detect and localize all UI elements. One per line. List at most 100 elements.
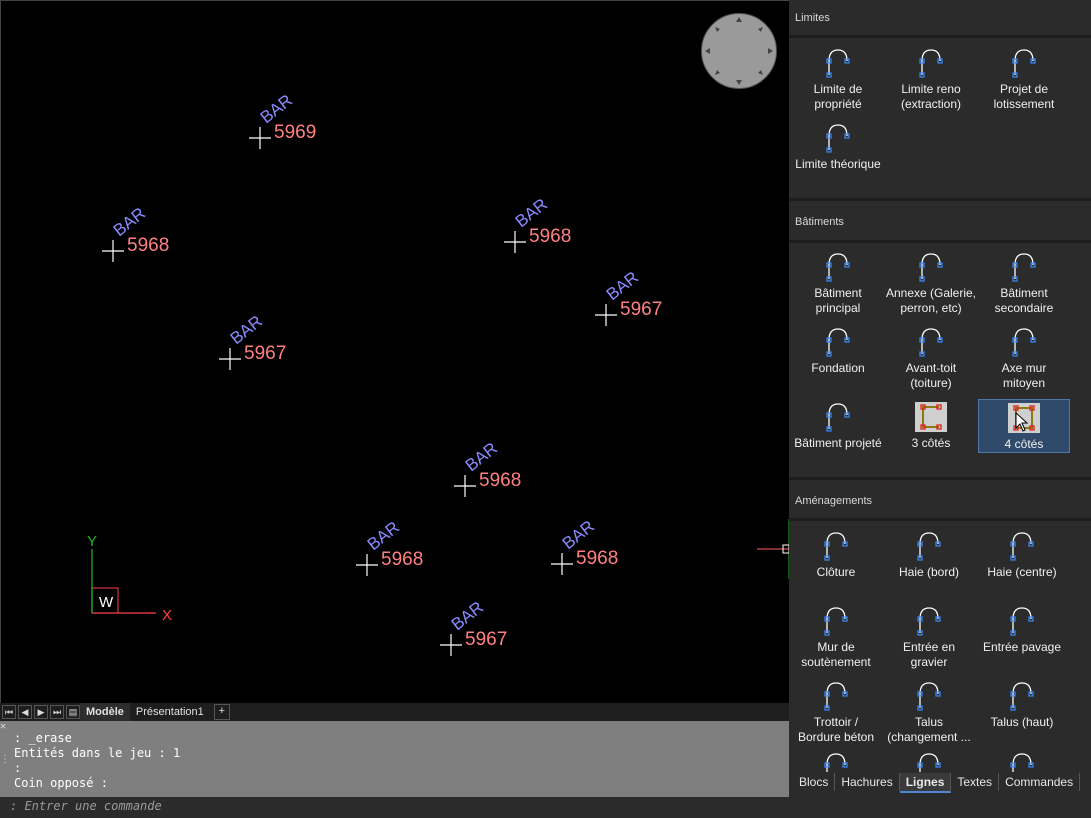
arc-line-icon: [818, 531, 854, 561]
section-title-batiments: Bâtiments: [795, 216, 844, 228]
divider: [789, 198, 1091, 201]
arc-line-icon: [820, 48, 856, 78]
survey-point[interactable]: BAR 5968: [551, 517, 618, 575]
history-line: Entités dans le jeu : 1: [14, 746, 181, 760]
arc-line-icon: [913, 48, 949, 78]
tool-batiment-projete[interactable]: Bâtiment projeté: [792, 402, 884, 451]
tool-cloture[interactable]: Clôture: [790, 531, 882, 580]
add-layout-button[interactable]: +: [213, 704, 230, 720]
ucs-icon: Y X W: [87, 533, 172, 624]
survey-point[interactable]: BAR 5968: [454, 439, 521, 497]
divider: [789, 477, 1091, 480]
tool-projet-lotissement[interactable]: Projet de lotissement: [978, 48, 1070, 112]
arc-line-icon: [913, 327, 949, 357]
divider: [789, 35, 1091, 38]
tool-entree-pavage[interactable]: Entrée pavage: [976, 606, 1068, 655]
arc-line-icon: [820, 402, 856, 432]
tab-hachures[interactable]: Hachures: [835, 773, 900, 791]
arc-line-icon: [1006, 48, 1042, 78]
arc-line-icon: [818, 681, 854, 711]
arc-line-icon: [1004, 681, 1040, 711]
point-number: 5968: [576, 548, 618, 569]
arc-line-icon: [820, 252, 856, 282]
prev-tab-icon[interactable]: ◀: [18, 705, 32, 719]
point-number: 5967: [244, 343, 286, 364]
tab-model[interactable]: Modèle: [80, 703, 130, 721]
tool-limite-reno[interactable]: Limite reno (extraction): [885, 48, 977, 112]
command-input[interactable]: : Entrer une commande: [0, 797, 789, 818]
point-number: 5968: [381, 549, 423, 570]
tab-commandes[interactable]: Commandes: [999, 773, 1081, 791]
tool-limite-theorique[interactable]: Limite théorique: [792, 123, 884, 172]
tool-batiment-principal[interactable]: Bâtiment principal: [792, 252, 884, 316]
tab-list-icon[interactable]: ▤: [66, 705, 80, 719]
point-number: 5967: [620, 299, 662, 320]
command-history: ✕ ⋮ : _erase Entités dans le jeu : 1 : Co…: [0, 721, 789, 797]
tool-fondation[interactable]: Fondation: [792, 327, 884, 376]
point-number: 5969: [274, 122, 316, 143]
point-number: 5968: [479, 470, 521, 491]
command-grip-icon[interactable]: ✕ ⋮: [0, 721, 10, 797]
survey-point[interactable]: BAR 5967: [440, 598, 507, 656]
arc-line-icon: [818, 752, 854, 772]
ucs-w-label: W: [99, 594, 114, 611]
tab-blocs[interactable]: Blocs: [793, 773, 836, 791]
tool-talus-haut[interactable]: Talus (haut): [976, 681, 1068, 730]
divider: [789, 240, 1091, 243]
tool-batiment-secondaire[interactable]: Bâtiment secondaire: [978, 252, 1070, 316]
tool-mur-soutenement[interactable]: Mur de soutènement: [790, 606, 882, 670]
tool-talus-changement[interactable]: Talus (changement ...: [883, 681, 975, 745]
point-number: 5967: [465, 629, 507, 650]
arc-line-icon: [820, 123, 856, 153]
survey-point[interactable]: BAR 5967: [595, 268, 662, 326]
tab-lignes[interactable]: Lignes: [899, 773, 952, 793]
three-sides-icon: [913, 402, 949, 432]
drawing-canvas[interactable]: BAR 5969 BAR 5968 BAR 5968 BAR 5967 BAR …: [0, 0, 789, 703]
section-title-amenagements: Aménagements: [795, 495, 873, 507]
survey-point[interactable]: BAR 5968: [356, 518, 423, 576]
tab-layout1[interactable]: Présentation1: [130, 703, 210, 721]
tool-avant-toit[interactable]: Avant-toit (toiture): [885, 327, 977, 391]
navigation-wheel-icon[interactable]: [701, 13, 777, 89]
layout-tabs-bar: ⏮ ◀ ▶ ⏭ ▤ Modèle Présentation1 +: [0, 703, 789, 721]
arc-line-icon: [818, 606, 854, 636]
tab-textes[interactable]: Textes: [951, 773, 1000, 791]
arc-line-icon: [1006, 327, 1042, 357]
point-number: 5968: [529, 226, 571, 247]
arc-line-icon: [911, 606, 947, 636]
tool-annexe[interactable]: Annexe (Galerie, perron, etc): [885, 252, 977, 316]
first-tab-icon[interactable]: ⏮: [2, 705, 16, 719]
tool-palette: Limites Limite de propriété Limite reno …: [789, 0, 1091, 818]
arc-line-icon: [911, 531, 947, 561]
tool-haie-centre[interactable]: Haie (centre): [976, 531, 1068, 580]
arc-line-icon: [913, 252, 949, 282]
ucs-x-label: X: [162, 607, 172, 624]
tool-axe-mur-mitoyen[interactable]: Axe mur mitoyen: [978, 327, 1070, 391]
arc-line-icon: [1004, 752, 1040, 772]
last-tab-icon[interactable]: ⏭: [50, 705, 64, 719]
tool-trottoir[interactable]: Trottoir / Bordure béton: [790, 681, 882, 745]
tool-haie-bord[interactable]: Haie (bord): [883, 531, 975, 580]
history-line: : _erase: [14, 731, 72, 745]
survey-point[interactable]: BAR 5969: [249, 91, 316, 149]
survey-point[interactable]: BAR 5967: [219, 312, 286, 370]
arc-line-icon: [1004, 531, 1040, 561]
mouse-cursor-icon: [1015, 412, 1029, 432]
history-line: Coin opposé :: [14, 776, 108, 790]
next-tab-icon[interactable]: ▶: [34, 705, 48, 719]
tool-limite-propriete[interactable]: Limite de propriété: [792, 48, 884, 112]
tool-3-cotes[interactable]: 3 côtés: [885, 402, 977, 451]
arc-line-icon: [1006, 252, 1042, 282]
tool-entree-gravier[interactable]: Entrée en gravier: [883, 606, 975, 670]
palette-tabs: Blocs Hachures Lignes Textes Commandes: [793, 773, 1091, 793]
history-line: :: [14, 761, 22, 775]
arc-line-icon: [911, 752, 947, 772]
canvas-svg[interactable]: BAR 5969 BAR 5968 BAR 5968 BAR 5967 BAR …: [1, 1, 789, 703]
partial-entity: [757, 519, 789, 579]
divider: [789, 518, 1091, 521]
arc-line-icon: [911, 681, 947, 711]
scroll-overflow: [789, 752, 1091, 772]
survey-point[interactable]: BAR 5968: [102, 204, 169, 262]
survey-point[interactable]: BAR 5968: [504, 195, 571, 253]
arc-line-icon: [1004, 606, 1040, 636]
